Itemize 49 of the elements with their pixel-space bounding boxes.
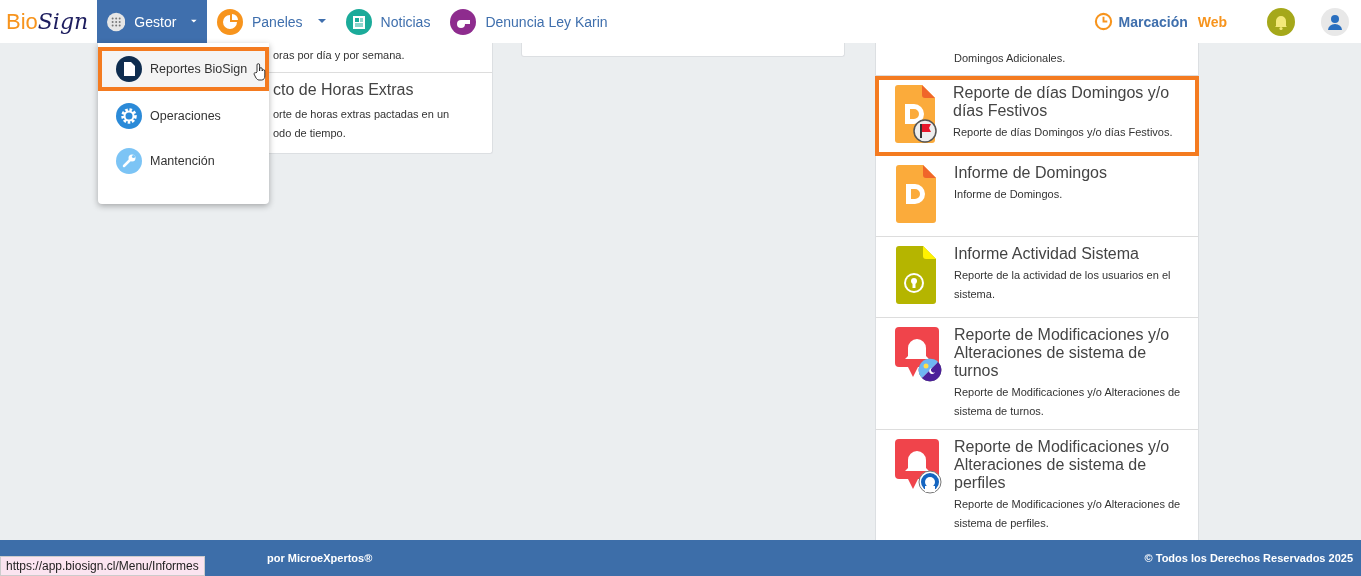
caret-icon — [317, 19, 326, 24]
report-title[interactable]: Reporte de Modificaciones y/o Alteraciones de sistema de perfiles — [954, 438, 1188, 492]
nav-menu-item[interactable]: Paneles — [207, 0, 336, 43]
document-flag-icon — [893, 84, 937, 144]
nav-menu-item[interactable]: Denuncia Ley Karin — [440, 0, 618, 43]
report-row[interactable]: Reporte de Modificaciones y/o Alteraciones de sistema de turnos Reporte de Modificaciones y/o Alteraciones de sistema de turnos. — [876, 318, 1198, 430]
document-d-icon — [894, 164, 938, 224]
status-url-tooltip: https://app.biosign.cl/Menu/Informes — [0, 556, 205, 576]
user-avatar-icon[interactable] — [1321, 7, 1349, 36]
gear-icon — [116, 103, 142, 129]
logo[interactable]: BioSign — [0, 10, 97, 33]
clock-link[interactable]: Marcación Web — [1093, 12, 1227, 31]
bell-icon[interactable] — [1267, 7, 1295, 36]
report-description: Reporte de días Domingos y/o días Festivos. — [953, 125, 1174, 140]
report-description: Reporte de Modificaciones y/o Alteraciones de sistema de perfiles. — [954, 497, 1182, 531]
report-description: oras por día y por semana. — [273, 48, 406, 63]
whistle-icon — [450, 8, 477, 35]
dropdown-menu-item[interactable]: Reportes BioSign — [98, 47, 269, 91]
report-title[interactable]: Informe de Domingos — [954, 164, 1107, 182]
hand-cursor-icon — [253, 63, 267, 81]
report-row[interactable]: Domingos Adicionales. — [876, 43, 1198, 76]
footer-credit: por MicroeXpertos® — [267, 552, 373, 564]
report-title[interactable]: Reporte de Modificaciones y/o Alteraciones de sistema de turnos — [954, 326, 1188, 380]
report-title[interactable]: cto de Horas Extras — [273, 81, 482, 99]
pie-chart-icon — [217, 8, 243, 35]
report-description: odo de tiempo. — [273, 126, 347, 141]
report-row[interactable]: Informe de Domingos Informe de Domingos. — [876, 156, 1198, 237]
dropdown-menu-item[interactable]: Mantención — [98, 141, 269, 181]
report-title[interactable]: Reporte de días Domingos y/o días Festivos — [953, 84, 1189, 120]
report-row[interactable]: Informe Actividad Sistema Reporte de la actividad de los usuarios en el sistema. — [876, 237, 1198, 318]
document-icon — [116, 56, 142, 82]
report-description: Informe de Domingos. — [954, 187, 1064, 202]
report-description: Domingos Adicionales. — [954, 51, 1066, 66]
nav-menu-item[interactable]: Noticias — [335, 0, 441, 43]
newspaper-icon — [345, 8, 372, 35]
report-description: Reporte de la actividad de los usuarios en el sistema. — [954, 268, 1172, 302]
report-title[interactable]: Informe Actividad Sistema — [954, 245, 1188, 263]
report-description: Reporte de Modificaciones y/o Alteraciones de sistema de turnos. — [954, 385, 1182, 419]
bell-day-night-icon — [894, 326, 942, 382]
report-row[interactable]: Reporte de días Domingos y/o días Festivos Reporte de días Domingos y/o días Festivos. — [875, 76, 1199, 156]
report-description: orte de horas extras pactadas en un — [273, 107, 451, 122]
document-keyhole-icon — [894, 245, 938, 305]
bell-user-icon — [894, 438, 942, 494]
footer-copyright: © Todos los Derechos Reservados 2025 — [1144, 552, 1353, 564]
nav-menu-item[interactable]: Gestor — [97, 0, 207, 43]
clock-icon — [1093, 12, 1113, 31]
wrench-icon — [116, 148, 142, 174]
caret-icon — [191, 19, 197, 24]
dropdown-menu-item[interactable]: Operaciones — [98, 96, 269, 136]
